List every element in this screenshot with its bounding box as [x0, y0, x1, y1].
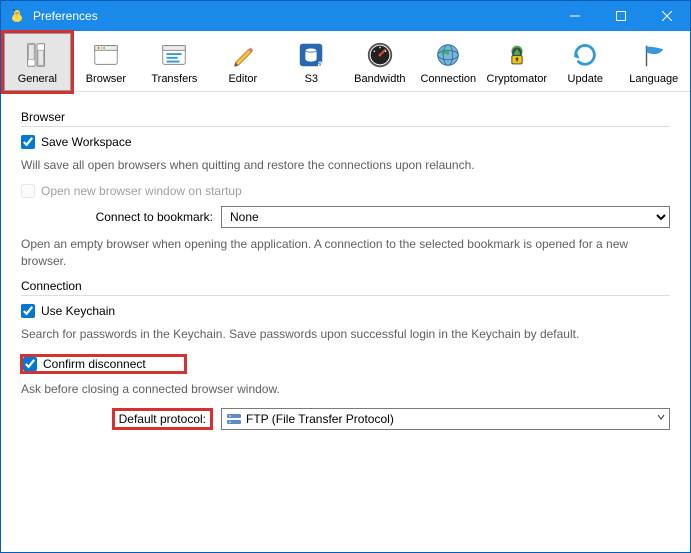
connect-bookmark-select[interactable]: None — [221, 206, 670, 228]
open-new-browser-input — [21, 184, 35, 198]
app-icon — [9, 8, 25, 24]
cryptomator-icon — [501, 39, 533, 71]
content-panel: Browser Save Workspace Will save all ope… — [1, 92, 690, 450]
open-new-browser-checkbox: Open new browser window on startup — [21, 184, 670, 198]
toolbar-label: Language — [629, 73, 678, 85]
toolbar-label: Bandwidth — [354, 73, 405, 85]
connect-bookmark-desc: Open an empty browser when opening the a… — [21, 236, 670, 270]
maximize-button[interactable] — [598, 1, 644, 31]
save-workspace-desc: Will save all open browsers when quittin… — [21, 157, 670, 174]
toolbar-label: Update — [568, 73, 603, 85]
bandwidth-icon — [364, 39, 396, 71]
section-header-connection: Connection — [21, 279, 670, 296]
transfers-icon — [158, 39, 190, 71]
default-protocol-select[interactable]: FTP (File Transfer Protocol) — [221, 408, 670, 430]
checkbox-label: Confirm disconnect — [43, 357, 146, 371]
checkbox-label: Open new browser window on startup — [41, 184, 242, 198]
chevron-down-icon — [657, 413, 665, 424]
checkbox-label: Use Keychain — [41, 304, 115, 318]
toolbar-label: Editor — [228, 73, 257, 85]
toolbar-tab-editor[interactable]: Editor — [210, 33, 276, 91]
toolbar-tab-browser[interactable]: Browser — [73, 33, 139, 91]
window-title: Preferences — [33, 9, 552, 23]
ftp-icon — [226, 411, 242, 427]
confirm-disconnect-input[interactable] — [23, 357, 37, 371]
update-icon — [569, 39, 601, 71]
browser-icon — [90, 39, 122, 71]
toolbar-label: Cryptomator — [487, 73, 548, 85]
use-keychain-input[interactable] — [21, 304, 35, 318]
use-keychain-desc: Search for passwords in the Keychain. Sa… — [21, 326, 670, 343]
general-icon — [21, 39, 53, 71]
toolbar-label: Browser — [86, 73, 126, 85]
toolbar-label: General — [18, 73, 57, 85]
checkbox-label: Save Workspace — [41, 135, 132, 149]
s3-icon: a — [295, 39, 327, 71]
save-workspace-checkbox[interactable]: Save Workspace — [21, 135, 670, 149]
toolbar-tab-connection[interactable]: Connection — [415, 33, 481, 91]
connection-icon — [432, 39, 464, 71]
toolbar-tab-transfers[interactable]: Transfers — [141, 33, 207, 91]
confirm-disconnect-checkbox[interactable]: Confirm disconnect — [21, 355, 186, 373]
editor-icon — [227, 39, 259, 71]
toolbar-label: S3 — [305, 73, 318, 85]
minimize-button[interactable] — [552, 1, 598, 31]
section-header-browser: Browser — [21, 110, 670, 127]
toolbar: General Browser Transfers — [1, 31, 690, 92]
toolbar-tab-update[interactable]: Update — [552, 33, 618, 91]
use-keychain-checkbox[interactable]: Use Keychain — [21, 304, 670, 318]
save-workspace-input[interactable] — [21, 135, 35, 149]
toolbar-tab-cryptomator[interactable]: Cryptomator — [484, 33, 550, 91]
titlebar: Preferences — [1, 1, 690, 31]
toolbar-tab-language[interactable]: Language — [621, 33, 687, 91]
toolbar-tab-bandwidth[interactable]: Bandwidth — [347, 33, 413, 91]
default-protocol-label: Default protocol: — [21, 408, 221, 430]
toolbar-label: Transfers — [151, 73, 197, 85]
connect-bookmark-label: Connect to bookmark: — [21, 210, 221, 224]
close-button[interactable] — [644, 1, 690, 31]
toolbar-label: Connection — [420, 73, 476, 85]
toolbar-tab-general[interactable]: General — [4, 33, 71, 91]
toolbar-tab-s3[interactable]: a S3 — [278, 33, 344, 91]
confirm-disconnect-desc: Ask before closing a connected browser w… — [21, 381, 670, 398]
svg-text:a: a — [318, 58, 324, 68]
protocol-value: FTP (File Transfer Protocol) — [246, 412, 657, 426]
language-icon — [638, 39, 670, 71]
